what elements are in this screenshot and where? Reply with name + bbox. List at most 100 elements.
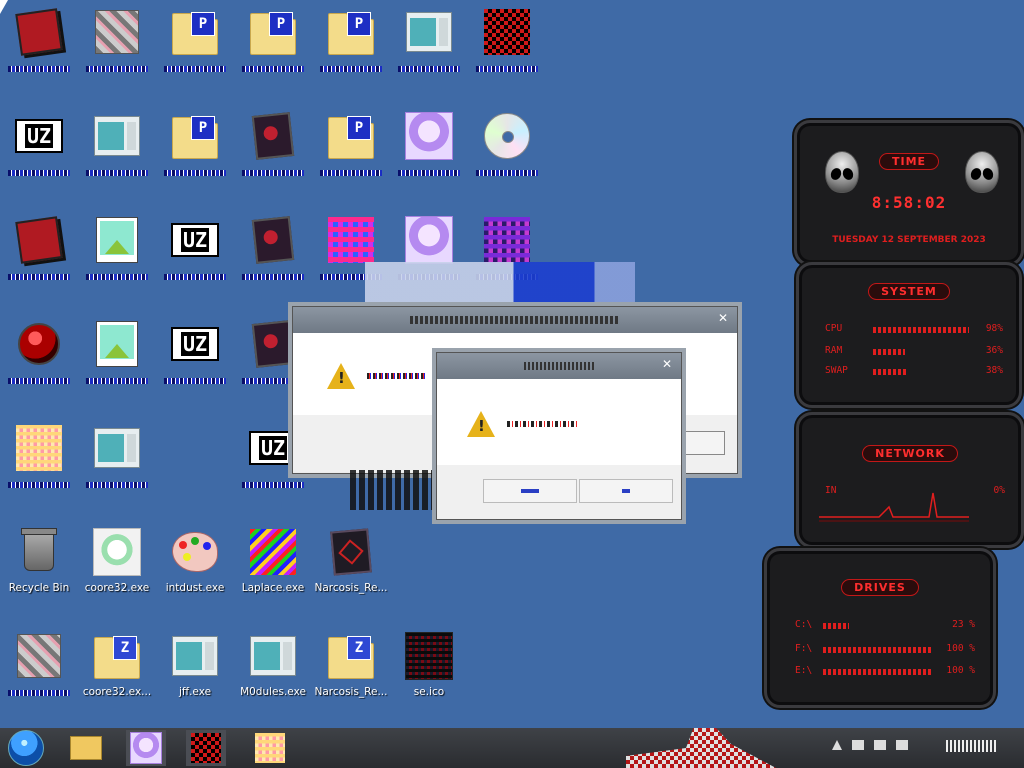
ram-label: RAM — [825, 345, 843, 356]
recycle-bin-label: Recycle Bin — [8, 582, 70, 594]
desktop-icon-uz-2[interactable]: UZ — [156, 212, 234, 312]
dialog-title-garbled — [524, 362, 594, 370]
corrupted-image-icon — [191, 733, 221, 763]
dialog-footer — [437, 465, 681, 519]
swap-value: 38% — [985, 365, 1003, 376]
coore32-folder-label: coore32.ex... — [82, 686, 152, 698]
desktop-icon-label — [234, 270, 312, 280]
desktop-icon-jff[interactable]: jff.exe — [156, 628, 234, 728]
desktop-icon-narcosis[interactable]: Narcosis_Re... — [312, 524, 390, 624]
start-button[interactable] — [6, 730, 46, 766]
desktop-icon-red-app[interactable] — [0, 4, 78, 104]
window-app-icon — [94, 428, 140, 468]
desktop-icon-coore32-folder[interactable]: Z coore32.ex... — [78, 628, 156, 728]
dialog-message-garbled — [507, 421, 577, 427]
time-gadget[interactable]: TIME 8:58:02 TUESDAY 12 SEPTEMBER 2023 — [794, 120, 1024, 266]
desktop-icon-folder-3[interactable]: P — [312, 4, 390, 104]
folder-icon: P — [172, 116, 218, 159]
desktop-icon-uz-3[interactable]: UZ — [156, 316, 234, 416]
desktop-icon-noise-peach[interactable] — [0, 420, 78, 520]
dialog-button[interactable] — [683, 431, 725, 455]
folder-icon: P — [172, 12, 218, 55]
desktop-icon-image-1[interactable] — [78, 212, 156, 312]
desktop-icon-narcosis-folder[interactable]: Z Narcosis_Re... — [312, 628, 390, 728]
window-app-icon — [406, 12, 452, 52]
desktop-icon-recycle-bin[interactable]: Recycle Bin — [0, 524, 78, 624]
desktop-icon-folder-4[interactable]: P — [156, 108, 234, 208]
jff-label: jff.exe — [178, 686, 212, 698]
desktop-icon-folder-2[interactable]: P — [234, 4, 312, 104]
desktop-icon-m0dules[interactable]: M0dules.exe — [234, 628, 312, 728]
desktop-icon-folder-1[interactable]: P — [156, 4, 234, 104]
dialog-button-2[interactable] — [579, 479, 673, 503]
desktop-icon-label — [156, 62, 234, 72]
desktop-icon-image-2[interactable] — [78, 316, 156, 416]
drive-e-value: 100 % — [946, 665, 975, 676]
taskbar-app-noise[interactable] — [186, 730, 226, 766]
folder-icon — [70, 736, 102, 760]
swap-label: SWAP — [825, 365, 848, 376]
folder-icon: P — [250, 12, 296, 55]
corrupted-image-icon — [16, 425, 62, 471]
window-app-icon — [250, 636, 296, 676]
red-app-icon — [15, 216, 63, 264]
taskbar-app-anime[interactable] — [126, 730, 166, 766]
desktop-icon-label — [234, 62, 312, 72]
drive-f-bar — [823, 647, 933, 653]
cpu-label: CPU — [825, 323, 843, 334]
zip-folder-icon: Z — [328, 636, 374, 679]
network-gadget[interactable]: NETWORK IN 0% — [796, 412, 1024, 548]
red-app-icon — [15, 8, 63, 56]
system-gadget[interactable]: SYSTEM CPU 98% RAM 36% SWAP 38% — [796, 262, 1022, 408]
desktop-icon-label — [390, 166, 468, 176]
close-button[interactable]: ✕ — [659, 357, 675, 371]
swap-bar — [873, 369, 907, 375]
volume-icon[interactable] — [896, 740, 908, 750]
narcosis-folder-label: Narcosis_Re... — [314, 686, 388, 698]
coore32-label: coore32.exe — [84, 582, 150, 594]
anime-character-icon — [93, 528, 141, 576]
desktop-icon-laplace[interactable]: Laplace.exe — [234, 524, 312, 624]
narcosis-label: Narcosis_Re... — [314, 582, 388, 594]
desktop-icon-label — [234, 478, 312, 488]
dialog-button-1[interactable] — [483, 479, 577, 503]
desktop-icon-window-app-3[interactable] — [78, 420, 156, 520]
dialog-titlebar[interactable]: ✕ — [293, 307, 737, 333]
dialog-titlebar[interactable]: ✕ — [437, 353, 681, 379]
desktop-icon-bag-1[interactable] — [234, 108, 312, 208]
close-button[interactable]: ✕ — [715, 311, 731, 325]
drives-gadget[interactable]: DRIVES C:\ 23 % F:\ 100 % E:\ 100 % — [764, 548, 996, 708]
flag-icon[interactable] — [852, 740, 864, 750]
desktop-icon-noise-red[interactable] — [468, 4, 546, 104]
warning-icon — [327, 363, 355, 389]
cpu-value: 98% — [985, 323, 1003, 334]
clock-garbled[interactable] — [946, 740, 998, 752]
window-app-icon — [172, 636, 218, 676]
desktop-icon-bag-2[interactable] — [234, 212, 312, 312]
system-tray — [832, 740, 908, 750]
network-icon[interactable] — [874, 740, 886, 750]
show-hidden-icons-arrow[interactable] — [832, 740, 842, 750]
desktop-icon-intdust[interactable]: intdust.exe — [156, 524, 234, 624]
network-in-value: 0% — [993, 485, 1005, 496]
desktop-icon-red-app-2[interactable] — [0, 212, 78, 312]
desktop-icon-uz-1[interactable]: UZ — [0, 108, 78, 208]
desktop-icon-coore32[interactable]: coore32.exe — [78, 524, 156, 624]
taskbar — [0, 728, 1024, 768]
desktop-icon-red-orb[interactable] — [0, 316, 78, 416]
taskbar-app-peach[interactable] — [250, 730, 290, 766]
desktop-icon-anime-1[interactable] — [390, 108, 468, 208]
desktop-icon-gray-app-2[interactable] — [0, 628, 78, 728]
desktop-icon-gray-app[interactable] — [78, 4, 156, 104]
desktop-icon-label — [468, 62, 546, 72]
desktop-icon-window-app-2[interactable] — [78, 108, 156, 208]
desktop-icon-dvd[interactable] — [468, 108, 546, 208]
taskbar-explorer[interactable] — [66, 730, 106, 766]
desktop-icon-folder-5[interactable]: P — [312, 108, 390, 208]
desktop-icon-se-ico[interactable]: se.ico — [390, 628, 468, 728]
desktop-icon-label — [78, 478, 156, 488]
desktop-icon-label — [0, 62, 78, 72]
warning-icon — [467, 411, 495, 437]
desktop-icon-window-app-1[interactable] — [390, 4, 468, 104]
desktop-icon-label — [156, 374, 234, 384]
